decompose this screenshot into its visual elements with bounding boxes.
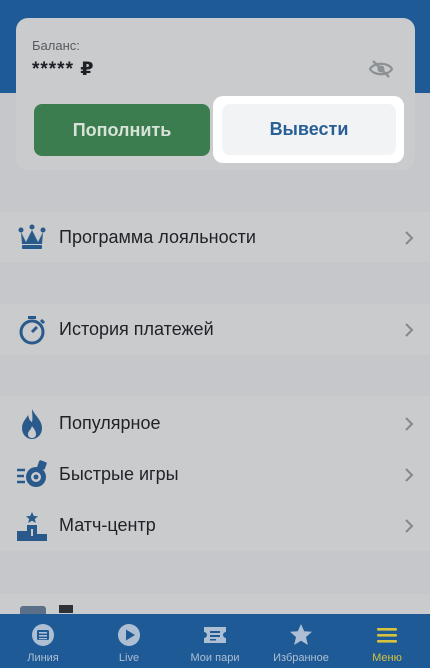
- ticket-icon: [204, 627, 226, 643]
- page-background: [0, 93, 430, 668]
- menu-item-match-center-label: Матч-центр: [59, 515, 156, 535]
- menu-item-loyalty[interactable]: Программа лояльности: [0, 212, 430, 263]
- fast-dice-icon: [16, 459, 48, 491]
- tab-menu[interactable]: Меню: [344, 614, 430, 668]
- balance-value: ***** ₽: [32, 59, 95, 80]
- bottom-tab-bar: Линия Live Мои пари Избранное Меню: [0, 614, 430, 668]
- withdraw-highlight: Вывести: [213, 96, 404, 163]
- menu-item-popular[interactable]: Популярное: [0, 398, 430, 449]
- deposit-button[interactable]: Пополнить: [34, 104, 210, 156]
- crown-icon: [16, 221, 48, 253]
- menu-item-fast-games-label: Быстрые игры: [59, 464, 179, 484]
- tab-live-label: Live: [118, 652, 140, 664]
- menu-item-payment-history[interactable]: История платежей: [0, 304, 430, 355]
- menu-item-fast-games[interactable]: Быстрые игры: [0, 449, 430, 500]
- menu-item-payment-history-label: История платежей: [59, 319, 214, 339]
- chevron-right-icon: [405, 322, 414, 337]
- chevron-right-icon: [405, 467, 414, 482]
- play-icon: [118, 624, 140, 646]
- chevron-right-icon: [405, 230, 414, 245]
- chevron-right-icon: [405, 416, 414, 431]
- tab-my-bets[interactable]: Мои пари: [172, 614, 258, 668]
- tab-line-label: Линия: [27, 652, 59, 664]
- tab-favorites[interactable]: Избранное: [258, 614, 344, 668]
- tab-my-bets-label: Мои пари: [190, 652, 240, 664]
- star-icon: [290, 624, 312, 645]
- partial-row: [59, 605, 73, 613]
- tab-menu-label: Меню: [372, 652, 402, 664]
- tab-line[interactable]: Линия: [0, 614, 86, 668]
- stopwatch-icon: [16, 314, 48, 346]
- menu-item-loyalty-label: Программа лояльности: [59, 227, 256, 247]
- features-group: Популярное Быстрые игры Матч-центр: [0, 396, 430, 551]
- chevron-right-icon: [405, 518, 414, 533]
- history-group: История платежей: [0, 304, 430, 355]
- flame-icon: [16, 408, 48, 440]
- line-icon: [32, 624, 54, 646]
- loyalty-group: Программа лояльности: [0, 212, 430, 262]
- withdraw-button[interactable]: Вывести: [222, 104, 396, 155]
- balance-label: Баланс:: [32, 38, 80, 53]
- tab-favorites-label: Избранное: [273, 652, 329, 664]
- eye-hidden-icon[interactable]: [368, 58, 394, 80]
- menu-icon: [377, 628, 397, 643]
- podium-icon: [16, 510, 48, 542]
- menu-item-match-center[interactable]: Матч-центр: [0, 500, 430, 551]
- tab-live[interactable]: Live: [86, 614, 172, 668]
- menu-item-popular-label: Популярное: [59, 413, 161, 433]
